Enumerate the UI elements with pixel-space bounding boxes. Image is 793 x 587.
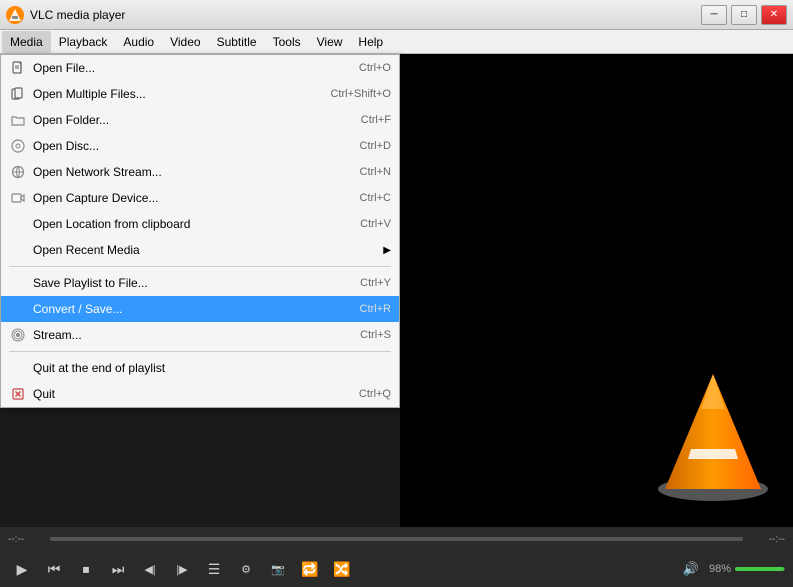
controls-bar: ▶ ⏮ ⏹ ⏭ ◀| |▶ ☰ ⚙ 📷 🔁 🔀 🔊 98% [0, 551, 793, 587]
separator-2 [9, 351, 391, 352]
capture-icon [9, 189, 27, 207]
quit-playlist-icon [9, 359, 27, 377]
volume-bar[interactable] [735, 567, 785, 571]
menubar: Media Playback Audio Video Subtitle Tool… [0, 30, 793, 54]
maximize-button[interactable]: □ [731, 5, 757, 25]
frame-fwd-button[interactable]: |▶ [168, 555, 196, 583]
quit-icon [9, 385, 27, 403]
menu-open-multiple[interactable]: Open Multiple Files... Ctrl+Shift+O [1, 81, 399, 107]
prev-button[interactable]: ⏮ [40, 555, 68, 583]
menu-open-location[interactable]: Open Location from clipboard Ctrl+V [1, 211, 399, 237]
menu-open-disc[interactable]: Open Disc... Ctrl+D [1, 133, 399, 159]
menu-video[interactable]: Video [162, 31, 208, 53]
menu-open-capture[interactable]: Open Capture Device... Ctrl+C [1, 185, 399, 211]
clipboard-icon [9, 215, 27, 233]
convert-icon [9, 300, 27, 318]
menu-audio[interactable]: Audio [115, 31, 162, 53]
video-area [400, 54, 793, 527]
time-total: --:-- [769, 534, 785, 545]
disc-icon [9, 137, 27, 155]
stream-icon [9, 326, 27, 344]
vlc-cone [653, 364, 773, 507]
menu-media[interactable]: Media [2, 31, 51, 53]
media-dropdown: Open File... Ctrl+O Open Multiple Files.… [0, 54, 400, 408]
titlebar: VLC media player ─ □ ✕ [0, 0, 793, 30]
recent-icon [9, 241, 27, 259]
network-icon [9, 163, 27, 181]
menu-stream[interactable]: Stream... Ctrl+S [1, 322, 399, 348]
play-button[interactable]: ▶ [8, 555, 36, 583]
playlist-button[interactable]: ☰ [200, 555, 228, 583]
volume-label: 98% [709, 563, 731, 575]
volume-fill [735, 567, 784, 571]
extended-button[interactable]: ⚙ [232, 555, 260, 583]
menu-help[interactable]: Help [350, 31, 391, 53]
minimize-button[interactable]: ─ [701, 5, 727, 25]
time-elapsed: --:-- [8, 534, 24, 545]
menu-convert-save[interactable]: Convert / Save... Ctrl+R [1, 296, 399, 322]
submenu-arrow: ▶ [383, 245, 391, 256]
window-controls: ─ □ ✕ [701, 5, 787, 25]
random-button[interactable]: 🔀 [328, 555, 356, 583]
menu-open-recent[interactable]: Open Recent Media ▶ [1, 237, 399, 263]
seekbar-track[interactable] [50, 537, 743, 541]
menu-save-playlist[interactable]: Save Playlist to File... Ctrl+Y [1, 270, 399, 296]
app-icon [6, 6, 24, 24]
loop-button[interactable]: 🔁 [296, 555, 324, 583]
snapshot-button[interactable]: 📷 [264, 555, 292, 583]
menu-open-network[interactable]: Open Network Stream... Ctrl+N [1, 159, 399, 185]
folder-icon [9, 111, 27, 129]
volume-icon: 🔊 [677, 555, 705, 583]
menu-tools[interactable]: Tools [265, 31, 309, 53]
menu-subtitle[interactable]: Subtitle [209, 31, 265, 53]
separator-1 [9, 266, 391, 267]
files-icon [9, 85, 27, 103]
next-button[interactable]: ⏭ [104, 555, 132, 583]
menu-open-file[interactable]: Open File... Ctrl+O [1, 55, 399, 81]
frame-back-button[interactable]: ◀| [136, 555, 164, 583]
save-icon [9, 274, 27, 292]
menu-view[interactable]: View [309, 31, 351, 53]
file-icon [9, 59, 27, 77]
close-button[interactable]: ✕ [761, 5, 787, 25]
stop-button[interactable]: ⏹ [72, 555, 100, 583]
window-title: VLC media player [30, 8, 701, 22]
menu-open-folder[interactable]: Open Folder... Ctrl+F [1, 107, 399, 133]
menu-playback[interactable]: Playback [51, 31, 116, 53]
menu-quit[interactable]: Quit Ctrl+Q [1, 381, 399, 407]
seekbar-area: --:-- --:-- [0, 527, 793, 551]
volume-area: 🔊 98% [677, 555, 785, 583]
menu-quit-playlist[interactable]: Quit at the end of playlist [1, 355, 399, 381]
